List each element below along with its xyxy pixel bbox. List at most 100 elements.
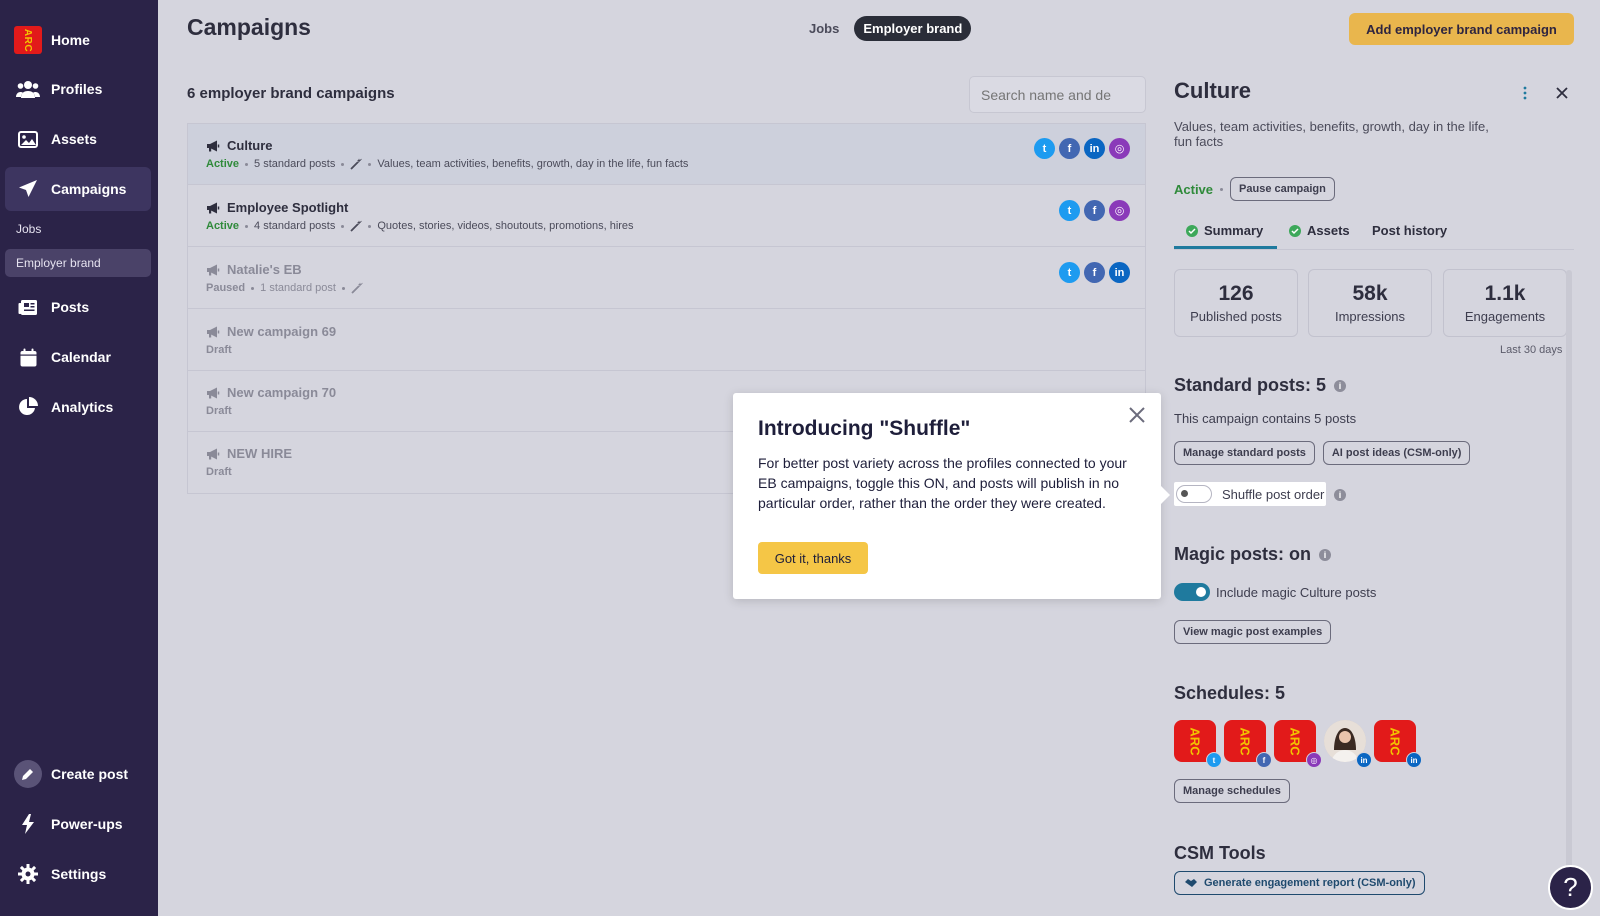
view-magic-examples-button[interactable]: View magic post examples bbox=[1174, 620, 1332, 644]
status-badge: Draft bbox=[206, 405, 232, 417]
close-icon[interactable] bbox=[1127, 405, 1147, 425]
schedule-avatar[interactable]: ARC ◎ bbox=[1274, 720, 1322, 768]
manage-standard-posts-button[interactable]: Manage standard posts bbox=[1174, 441, 1315, 465]
sidebar-subitem-label: Employer brand bbox=[16, 256, 101, 270]
magic-wand-icon bbox=[351, 282, 363, 294]
sidebar-subitem-label: Jobs bbox=[16, 222, 42, 236]
sidebar-item-label: Profiles bbox=[51, 81, 103, 97]
table-row[interactable]: Employee Spotlight Active 4 standard pos… bbox=[188, 186, 1145, 247]
pause-campaign-button[interactable]: Pause campaign bbox=[1230, 177, 1335, 201]
sidebar-item-power-ups[interactable]: Power-ups bbox=[5, 802, 151, 846]
sidebar-item-label: Posts bbox=[51, 299, 90, 315]
sidebar-item-campaigns[interactable]: Campaigns bbox=[5, 167, 151, 211]
info-icon[interactable]: i bbox=[1319, 548, 1332, 561]
campaign-description: Values, team activities, benefits, growt… bbox=[377, 158, 689, 170]
megaphone-icon bbox=[207, 387, 220, 398]
manage-schedules-button[interactable]: Manage schedules bbox=[1174, 779, 1290, 803]
magic-posts-toggle[interactable] bbox=[1174, 583, 1210, 601]
header-tabs: Jobs Employer brand bbox=[800, 16, 972, 41]
sidebar-item-label: Power-ups bbox=[51, 816, 123, 832]
panel-scrollbar[interactable] bbox=[1566, 270, 1572, 870]
lightning-icon bbox=[22, 814, 34, 834]
sidebar: ARC Home Profiles Assets Campaigns Jobs … bbox=[0, 0, 158, 916]
table-row[interactable]: New campaign 69 Draft bbox=[188, 310, 1145, 371]
tab-label: Assets bbox=[1307, 223, 1350, 238]
schedule-avatar[interactable]: ARC in bbox=[1374, 720, 1422, 768]
generate-report-button[interactable]: Generate engagement report (CSM-only) bbox=[1174, 871, 1426, 895]
schedule-avatar[interactable]: ARC f bbox=[1224, 720, 1272, 768]
sidebar-subitem-jobs[interactable]: Jobs bbox=[5, 215, 151, 243]
sidebar-item-label: Assets bbox=[51, 131, 97, 147]
shuffle-toggle[interactable] bbox=[1176, 485, 1212, 503]
instagram-icon: ◎ bbox=[1109, 138, 1130, 159]
kebab-menu-icon[interactable] bbox=[1519, 84, 1531, 102]
handshake-icon bbox=[1185, 879, 1197, 887]
tab-employer-brand[interactable]: Employer brand bbox=[854, 16, 972, 41]
twitter-icon: t bbox=[1206, 752, 1222, 768]
add-campaign-button[interactable]: Add employer brand campaign bbox=[1349, 13, 1574, 45]
status-badge: Active bbox=[1174, 181, 1214, 197]
stats-period: Last 30 days bbox=[1500, 344, 1563, 356]
tab-jobs[interactable]: Jobs bbox=[800, 16, 848, 41]
campaign-name: NEW HIRE bbox=[227, 446, 292, 461]
close-icon[interactable] bbox=[1553, 84, 1571, 102]
sidebar-subitem-employer-brand[interactable]: Employer brand bbox=[5, 249, 151, 277]
info-icon[interactable]: i bbox=[1334, 489, 1346, 501]
status-badge: Active bbox=[206, 220, 240, 232]
search-input[interactable] bbox=[969, 76, 1146, 113]
table-row[interactable]: Natalie's EB Paused 1 standard post t f … bbox=[188, 248, 1145, 309]
sidebar-item-settings[interactable]: Settings bbox=[5, 852, 151, 896]
sidebar-item-label: Settings bbox=[51, 866, 107, 882]
schedule-avatar[interactable]: ARC t bbox=[1174, 720, 1222, 768]
status-badge: Active bbox=[206, 158, 240, 170]
shuffle-toggle-row: Shuffle post order bbox=[1174, 482, 1327, 506]
logo-icon: ARC bbox=[14, 26, 42, 54]
check-icon bbox=[1186, 224, 1198, 237]
tab-label: Summary bbox=[1204, 223, 1264, 238]
tab-label: Post history bbox=[1372, 223, 1448, 238]
image-icon bbox=[18, 130, 38, 148]
panel-title: Culture bbox=[1174, 78, 1251, 103]
sidebar-item-label: Analytics bbox=[51, 399, 114, 415]
tab-summary[interactable]: Summary bbox=[1186, 223, 1263, 238]
csm-tools-title: CSM Tools bbox=[1174, 843, 1266, 863]
megaphone-icon bbox=[207, 326, 220, 337]
sidebar-item-home[interactable]: ARC Home bbox=[5, 18, 151, 62]
social-networks: t f in ◎ bbox=[1034, 138, 1130, 159]
stat-value: 58k bbox=[1352, 282, 1388, 305]
stat-value: 126 bbox=[1218, 282, 1254, 305]
megaphone-icon bbox=[207, 448, 220, 459]
check-icon bbox=[1289, 224, 1301, 237]
page-title: Campaigns bbox=[187, 14, 311, 40]
pie-chart-icon bbox=[19, 397, 38, 415]
tab-assets[interactable]: Assets bbox=[1289, 223, 1350, 238]
twitter-icon: t bbox=[1059, 200, 1080, 221]
pencil-icon bbox=[14, 760, 42, 788]
table-row[interactable]: Culture Active 5 standard posts Values, … bbox=[188, 124, 1145, 185]
gear-icon bbox=[18, 864, 38, 884]
sidebar-item-posts[interactable]: Posts bbox=[5, 285, 151, 329]
info-icon[interactable]: i bbox=[1334, 379, 1347, 392]
got-it-button[interactable]: Got it, thanks bbox=[758, 542, 868, 574]
standard-posts-text: This campaign contains 5 posts bbox=[1174, 411, 1357, 426]
sidebar-item-profiles[interactable]: Profiles bbox=[5, 67, 151, 111]
twitter-icon: t bbox=[1059, 262, 1080, 283]
calendar-icon bbox=[20, 348, 36, 366]
facebook-icon: f bbox=[1084, 262, 1105, 283]
magic-posts-title: Magic posts: on i bbox=[1174, 544, 1332, 565]
sidebar-item-calendar[interactable]: Calendar bbox=[5, 335, 151, 379]
megaphone-icon bbox=[207, 202, 220, 213]
sidebar-item-assets[interactable]: Assets bbox=[5, 117, 151, 161]
sidebar-item-analytics[interactable]: Analytics bbox=[5, 385, 151, 429]
stat-label: Impressions bbox=[1334, 309, 1406, 324]
standard-posts-title: Standard posts: 5 i bbox=[1174, 375, 1347, 396]
linkedin-icon: in bbox=[1406, 752, 1422, 768]
help-button[interactable]: ? bbox=[1548, 865, 1593, 910]
ai-post-ideas-button[interactable]: AI post ideas (CSM-only) bbox=[1322, 441, 1471, 465]
status-badge: Draft bbox=[206, 466, 232, 478]
tab-post-history[interactable]: Post history bbox=[1372, 223, 1447, 238]
schedule-avatar-person[interactable]: in bbox=[1324, 720, 1372, 768]
status-badge: Draft bbox=[206, 344, 232, 356]
sidebar-item-create-post[interactable]: Create post bbox=[5, 752, 151, 796]
campaign-name: New campaign 69 bbox=[227, 324, 337, 339]
